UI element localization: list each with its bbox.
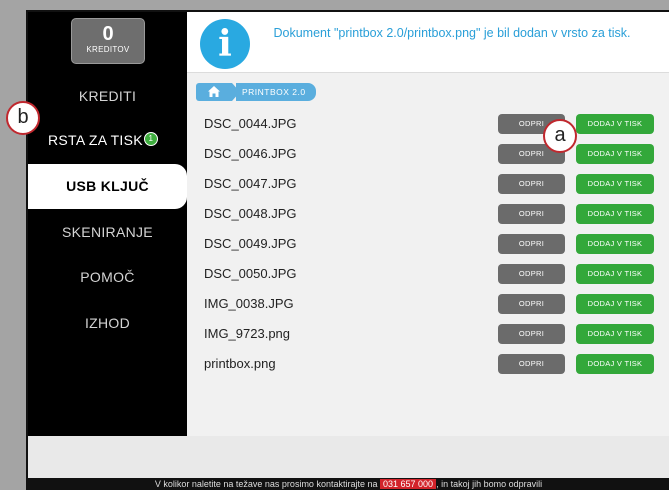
info-icon: i [200,19,250,69]
notification-header: i Dokument "printbox 2.0/printbox.png" j… [187,12,669,73]
file-name: DSC_0050.JPG [204,266,297,281]
file-row: IMG_9723.png ODPRI DODAJ V TISK [204,320,669,350]
open-button[interactable]: ODPRI [498,294,565,314]
app-window: 0 KREDITOV KREDITI RSTA ZA TISK 1 USB KLJ… [28,12,669,490]
file-name: printbox.png [204,356,276,371]
sidebar-item-label: IZHOD [84,315,131,331]
sidebar-item-izhod[interactable]: IZHOD [28,315,187,331]
callout-b: b [6,101,40,135]
file-name: DSC_0047.JPG [204,176,297,191]
file-name: DSC_0046.JPG [204,146,297,161]
file-row: DSC_0044.JPG ODPRI DODAJ V TISK [204,110,669,140]
breadcrumb-home[interactable] [196,83,240,101]
support-text: V kolikor naletite na težave nas prosimo… [154,479,378,489]
sidebar-item-vrsta-za-tisk[interactable]: RSTA ZA TISK 1 [28,132,187,148]
add-to-print-button[interactable]: DODAJ V TISK [576,264,654,284]
credits-label: KREDITOV [86,45,130,54]
file-name: IMG_9723.png [204,326,291,341]
open-button[interactable]: ODPRI [498,234,565,254]
support-text-end: , in takoj jih bomo odpravili [436,479,543,489]
breadcrumb-folder[interactable]: PRINTBOX 2.0 [236,83,316,101]
notification-message: Dokument "printbox 2.0/printbox.png" je … [273,26,631,40]
add-to-print-button[interactable]: DODAJ V TISK [576,204,654,224]
add-to-print-button[interactable]: DODAJ V TISK [576,294,654,314]
sidebar-item-skeniranje[interactable]: SKENIRANJE [28,224,187,240]
sidebar-item-label: SKENIRANJE [62,224,153,240]
file-row: DSC_0048.JPG ODPRI DODAJ V TISK [204,200,669,230]
file-row: DSC_0049.JPG ODPRI DODAJ V TISK [204,230,669,260]
sidebar-item-pomoc[interactable]: POMOČ [28,269,187,285]
open-button[interactable]: ODPRI [498,174,565,194]
sidebar-lower: SKENIRANJE POMOČ IZHOD [28,209,187,436]
home-icon [208,86,220,97]
sidebar-item-usb-kljuc[interactable]: USB KLJUČ [28,164,187,209]
sidebar-item-label: KREDITI [78,88,137,104]
file-row: IMG_0038.JPG ODPRI DODAJ V TISK [204,290,669,320]
file-row: printbox.png ODPRI DODAJ V TISK [204,350,669,380]
add-to-print-button[interactable]: DODAJ V TISK [576,324,654,344]
open-button[interactable]: ODPRI [498,264,565,284]
callout-a: a [543,119,577,153]
file-row: DSC_0050.JPG ODPRI DODAJ V TISK [204,260,669,290]
file-name: IMG_0038.JPG [204,296,294,311]
add-to-print-button[interactable]: DODAJ V TISK [576,234,654,254]
sidebar-item-label: POMOČ [80,269,135,285]
credits-count: 0 [102,23,114,45]
sidebar-item-label: RSTA ZA TISK [48,132,143,148]
queue-count-badge: 1 [143,132,158,146]
open-button[interactable]: ODPRI [498,324,565,344]
add-to-print-button[interactable]: DODAJ V TISK [576,114,654,134]
file-name: DSC_0048.JPG [204,206,297,221]
add-to-print-button[interactable]: DODAJ V TISK [576,174,654,194]
sidebar-item-krediti[interactable]: KREDITI [28,88,187,104]
file-name: DSC_0044.JPG [204,116,297,131]
add-to-print-button[interactable]: DODAJ V TISK [576,354,654,374]
file-row: DSC_0046.JPG ODPRI DODAJ V TISK [204,140,669,170]
open-button[interactable]: ODPRI [498,354,565,374]
support-phone: 031 657 000 [380,479,437,489]
sidebar-item-label: USB KLJUČ [66,178,149,194]
credits-box: 0 KREDITOV [71,18,145,64]
footer-area [28,436,669,478]
support-bar: V kolikor naletite na težave nas prosimo… [28,478,669,490]
open-button[interactable]: ODPRI [498,204,565,224]
file-name: DSC_0049.JPG [204,236,297,251]
add-to-print-button[interactable]: DODAJ V TISK [576,144,654,164]
file-row: DSC_0047.JPG ODPRI DODAJ V TISK [204,170,669,200]
